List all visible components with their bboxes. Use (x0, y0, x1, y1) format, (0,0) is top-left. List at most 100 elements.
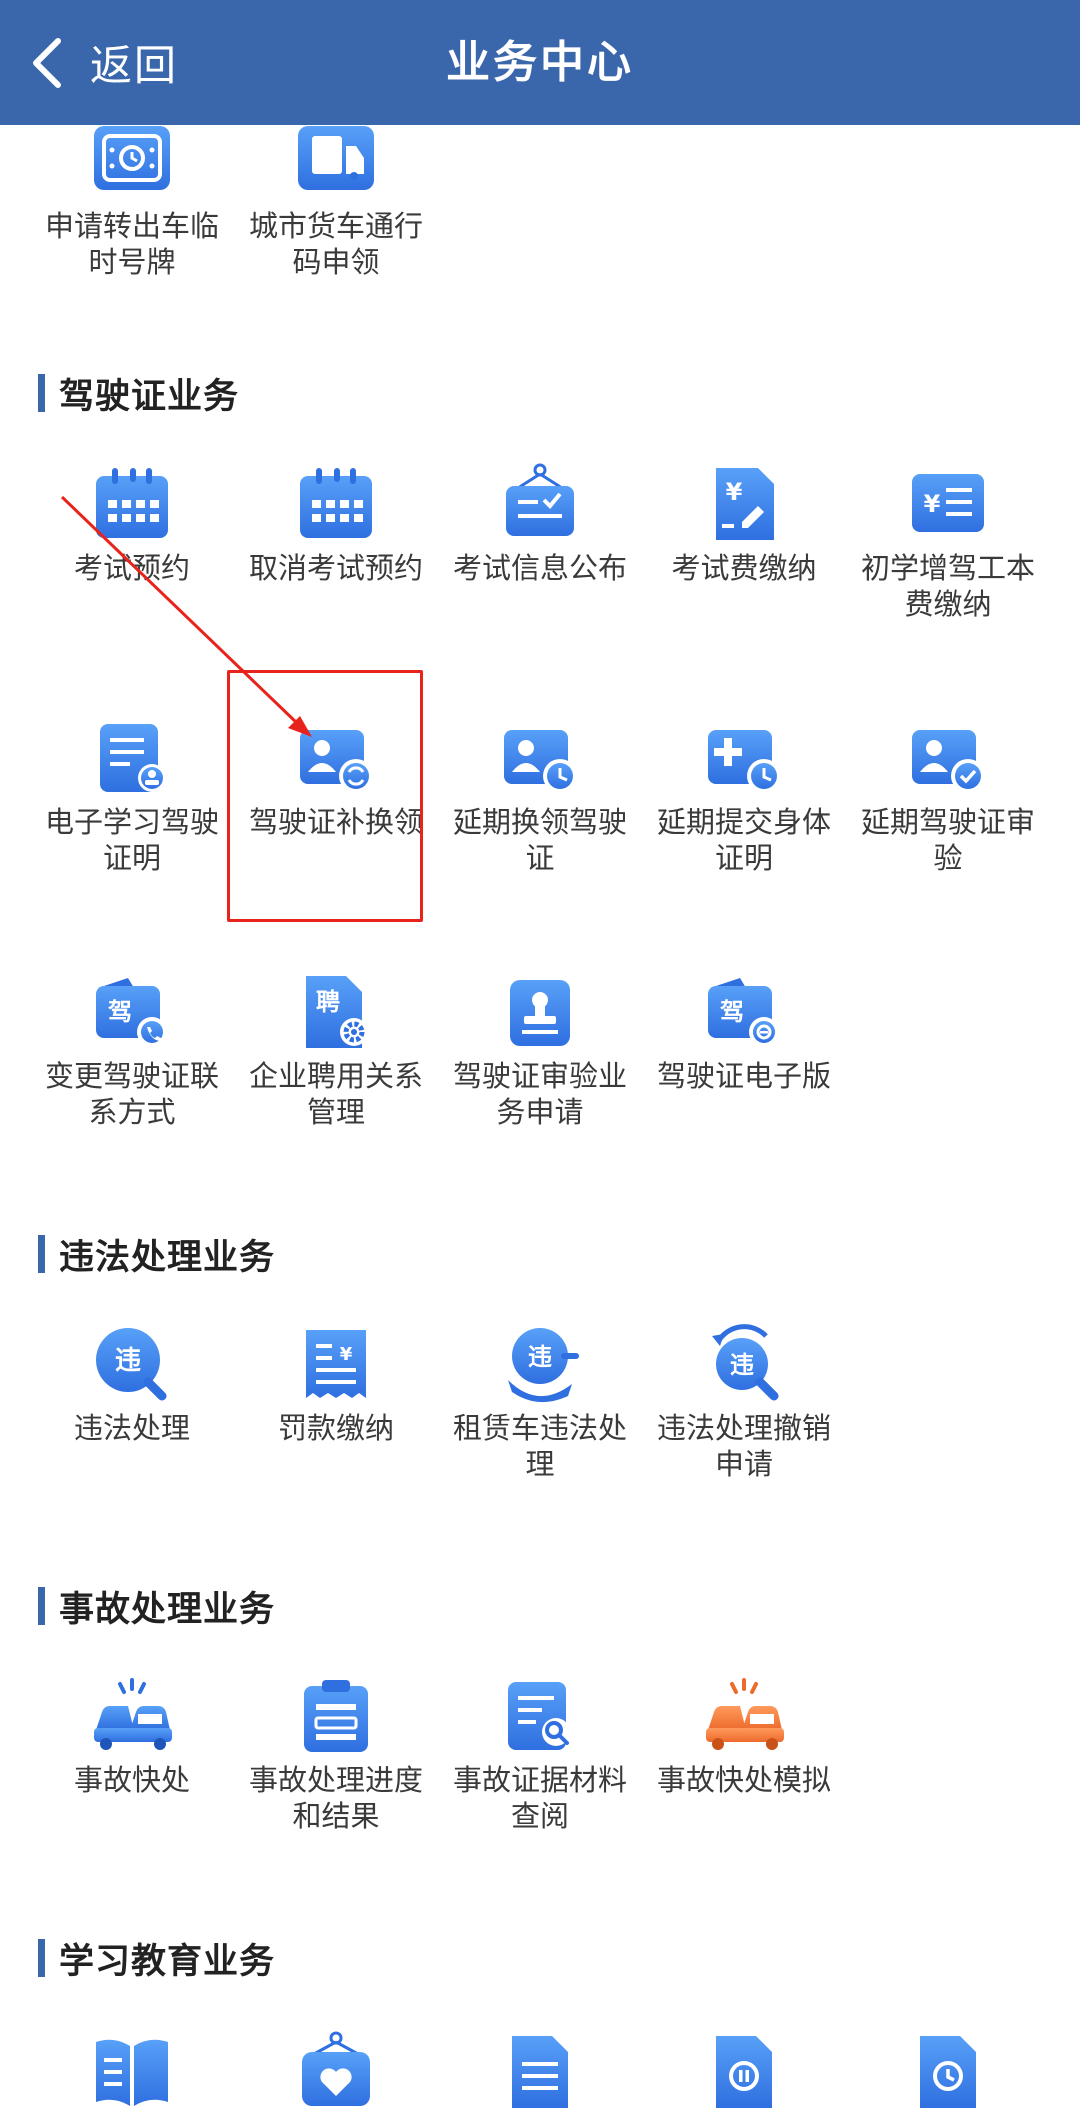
car-crash-icon (94, 1678, 172, 1750)
icon-glyph: 驾 (108, 998, 132, 1026)
grid-item-license-verify[interactable]: 延期驾驶证审验 (846, 716, 1050, 876)
icon-glyph: 违 (528, 1343, 552, 1371)
grid-item-exam-info[interactable]: 考试信息公布 (438, 462, 642, 586)
calendar-icon (96, 468, 168, 538)
grid-item-label: 延期换领驾驶证 (452, 805, 627, 875)
grid-item-label: 考试信息公布 (452, 551, 627, 585)
page-title: 业务中心 (446, 37, 634, 88)
grid-item-cancel-exam[interactable]: 取消考试预约 (234, 462, 438, 586)
icon-glyph: 聘 (316, 988, 340, 1016)
rental-violation-icon: 违 (508, 1328, 579, 1403)
section-marker (38, 1235, 45, 1273)
stamp-icon (510, 980, 570, 1046)
grid-item-label: 违法处理撤销申请 (656, 1411, 831, 1481)
grid-item-license-extend[interactable]: 延期换领驾驶证 (438, 716, 642, 876)
grid-item-accident-simulation[interactable]: 事故快处模拟 (642, 1674, 846, 1798)
grid-item-violation-revoke[interactable]: 违 违法处理撤销申请 (642, 1322, 846, 1482)
grid-item-evidence-review[interactable]: 事故证据材料查阅 (438, 1674, 642, 1834)
grid-item-verify-apply[interactable]: 驾驶证审验业务申请 (438, 970, 642, 1130)
grid-item-education-4[interactable] (642, 2030, 846, 2118)
grid-item-medical-extend[interactable]: 延期提交身体证明 (642, 716, 846, 876)
section-title-text: 驾驶证业务 (59, 376, 240, 417)
car-crash-simulation-icon (706, 1678, 784, 1750)
document-search-icon (508, 1682, 570, 1750)
grid-item-label: 变更驾驶证联系方式 (44, 1059, 219, 1129)
violation-search-icon: 违 (96, 1328, 167, 1401)
section-marker (38, 1939, 45, 1977)
temp-plate-icon (94, 126, 170, 190)
grid-item-label: 事故快处模拟 (656, 1763, 831, 1797)
svg-text:¥: ¥ (726, 478, 743, 506)
grid-item-label: 延期提交身体证明 (656, 805, 831, 875)
grid-item-label: 城市货车通行码申领 (248, 209, 423, 279)
section-marker (38, 1587, 45, 1625)
grid-item-e-learning[interactable]: 电子学习驾驶证明 (30, 716, 234, 876)
clipboard-progress-icon (304, 1680, 368, 1752)
grid-item-label: 延期驾驶证审验 (860, 805, 1035, 875)
section-title-text: 违法处理业务 (59, 1237, 276, 1278)
notice-board-icon (506, 463, 574, 536)
grid-item-temp-plate[interactable]: 申请转出车临时号牌 (30, 120, 234, 280)
icon-glyph: 违 (115, 1346, 141, 1376)
grid-item-accident-progress[interactable]: 事故处理进度和结果 (234, 1674, 438, 1834)
license-extend-icon (504, 730, 577, 793)
svg-text:¥: ¥ (924, 490, 941, 518)
book-icon (96, 2039, 168, 2106)
section-title-text: 事故处理业务 (59, 1589, 276, 1630)
grid-item-label: 考试费缴纳 (671, 551, 817, 585)
fee-document-icon: ¥ (716, 468, 774, 540)
document-clock-icon (920, 2036, 976, 2108)
grid-item-exam-fee[interactable]: ¥ 考试费缴纳 (642, 462, 846, 586)
grid-item-label: 电子学习驾驶证明 (44, 805, 219, 875)
grid-item-education-5[interactable] (846, 2030, 1050, 2118)
calendar-cancel-icon (300, 468, 372, 538)
svg-text:¥: ¥ (340, 1344, 353, 1365)
violation-revoke-icon: 违 (712, 1324, 779, 1401)
icon-glyph: 驾 (720, 998, 744, 1026)
employment-doc-icon: 聘 (306, 976, 368, 1048)
annotation-highlight-box (227, 670, 423, 922)
document-lines-icon (512, 2036, 568, 2108)
license-verify-icon (912, 730, 985, 793)
truck-icon (298, 126, 374, 190)
grid-item-label: 事故处理进度和结果 (248, 1763, 423, 1833)
section-title-driving: 驾驶证业务 (38, 371, 239, 417)
grid-item-label: 企业聘用关系管理 (248, 1059, 423, 1129)
grid-item-label: 申请转出车临时号牌 (44, 209, 219, 279)
grid-item-label: 考试预约 (73, 551, 190, 585)
grid-item-label: 事故快处 (73, 1763, 190, 1797)
grid-item-contact-change[interactable]: 驾 变更驾驶证联系方式 (30, 970, 234, 1130)
grid-item-label: 初学增驾工本费缴纳 (860, 551, 1035, 621)
grid-item-education-3[interactable] (438, 2030, 642, 2118)
heart-badge-icon (302, 2031, 370, 2106)
e-learning-certificate-icon (100, 724, 166, 792)
grid-item-label: 事故证据材料查阅 (452, 1763, 627, 1833)
grid-item-label: 驾驶证电子版 (656, 1059, 831, 1093)
grid-item-rental-violation[interactable]: 违 租赁车违法处理 (438, 1322, 642, 1482)
fee-list-icon: ¥ (912, 474, 984, 532)
section-title-text: 学习教育业务 (59, 1941, 276, 1982)
section-marker (38, 374, 45, 412)
grid-item-quick-accident[interactable]: 事故快处 (30, 1674, 234, 1798)
grid-item-learner-fee[interactable]: ¥ 初学增驾工本费缴纳 (846, 462, 1050, 622)
grid-item-employment[interactable]: 聘 企业聘用关系管理 (234, 970, 438, 1130)
contact-change-icon: 驾 (96, 978, 167, 1047)
document-pause-icon (716, 2036, 772, 2108)
top-bar: 返回 业务中心 (0, 0, 1080, 125)
grid-item-education-1[interactable] (30, 2030, 234, 2118)
grid-item-fine-payment[interactable]: ¥ 罚款缴纳 (234, 1322, 438, 1446)
grid-item-label: 罚款缴纳 (277, 1411, 394, 1445)
grid-item-education-2[interactable] (234, 2030, 438, 2118)
section-title-education: 学习教育业务 (38, 1936, 275, 1982)
grid-item-label: 取消考试预约 (248, 551, 423, 585)
section-title-violation: 违法处理业务 (38, 1232, 275, 1278)
grid-item-violation-handle[interactable]: 违 违法处理 (30, 1322, 234, 1446)
grid-item-exam-booking[interactable]: 考试预约 (30, 462, 234, 586)
e-license-icon: 驾 (708, 978, 779, 1047)
medical-extend-icon (708, 730, 781, 793)
grid-item-e-license[interactable]: 驾 驾驶证电子版 (642, 970, 846, 1094)
grid-item-truck-pass[interactable]: 城市货车通行码申领 (234, 120, 438, 280)
grid-item-label: 违法处理 (73, 1411, 190, 1445)
section-title-accident: 事故处理业务 (38, 1584, 275, 1630)
fine-receipt-icon: ¥ (306, 1330, 366, 1398)
